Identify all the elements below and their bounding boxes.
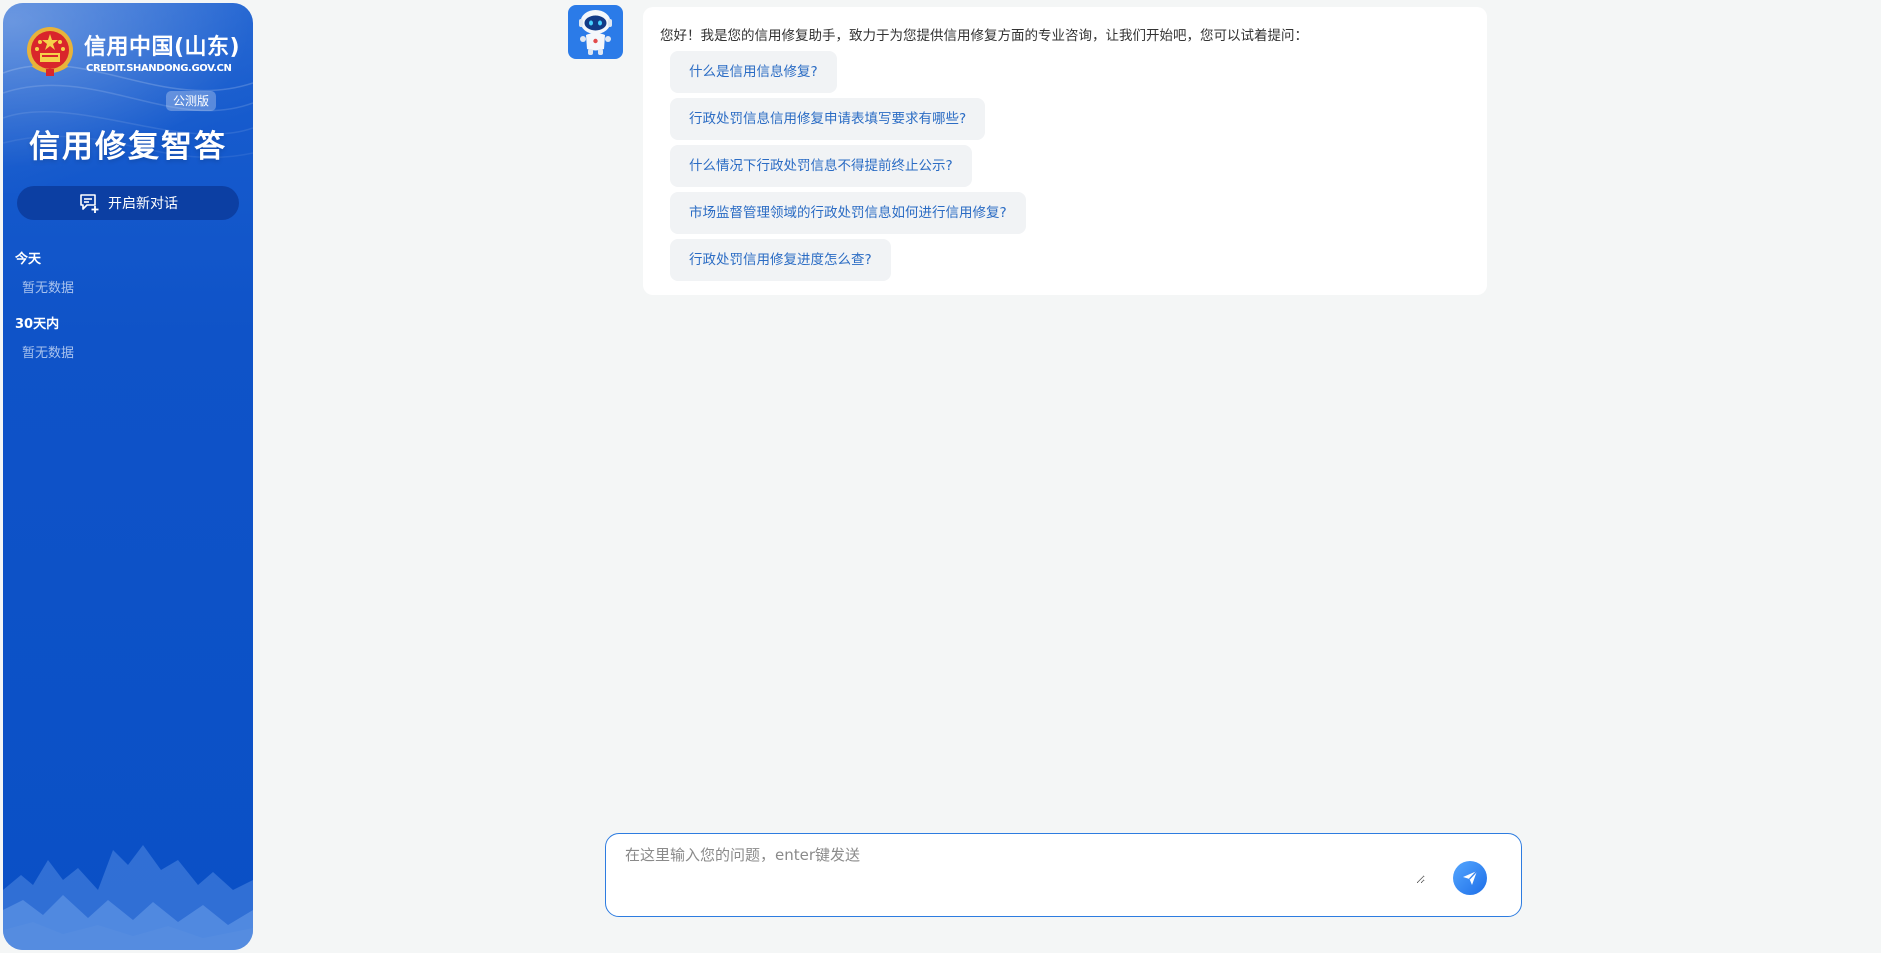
suggestion-item[interactable]: 什么情况下行政处罚信息不得提前终止公示? xyxy=(670,145,972,187)
brand-title: 信用中国(山东) xyxy=(84,35,241,60)
mountain-decoration xyxy=(3,845,253,950)
history-group-today: 今天 暂无数据 xyxy=(15,248,245,296)
brand-logo: 信用中国(山东) CREDIT.SHANDONG.GOV.CN xyxy=(25,23,245,83)
history-heading-30-days: 30天内 xyxy=(15,317,60,332)
sidebar: 信用中国(山东) CREDIT.SHANDONG.GOV.CN 公测版 信用修复… xyxy=(3,3,253,950)
greeting-text: 您好！我是您的信用修复助手，致力于为您提供信用修复方面的专业咨询，让我们开始吧，… xyxy=(660,28,1308,44)
suggestion-item[interactable]: 什么是信用信息修复? xyxy=(670,51,837,93)
bot-message-card: 您好！我是您的信用修复助手，致力于为您提供信用修复方面的专业咨询，让我们开始吧，… xyxy=(643,7,1487,295)
new-chat-button[interactable]: 开启新对话 xyxy=(17,186,239,220)
send-button[interactable] xyxy=(1453,861,1487,895)
send-icon xyxy=(1463,870,1478,885)
new-chat-icon xyxy=(80,194,99,213)
history-group-30-days: 30天内 暂无数据 xyxy=(15,313,245,361)
suggestion-item[interactable]: 行政处罚信息信用修复申请表填写要求有哪些? xyxy=(670,98,986,140)
brand-url: CREDIT.SHANDONG.GOV.CN xyxy=(86,63,232,74)
app-root: 信用中国(山东) CREDIT.SHANDONG.GOV.CN 公测版 信用修复… xyxy=(0,0,1881,953)
robot-avatar-icon xyxy=(579,10,612,55)
bot-avatar xyxy=(568,5,623,59)
national-emblem-icon xyxy=(27,27,73,76)
history-empty-today: 暂无数据 xyxy=(22,281,75,296)
suggestion-item[interactable]: 市场监督管理领域的行政处罚信息如何进行信用修复? xyxy=(670,192,1026,234)
beta-badge: 公测版 xyxy=(166,91,217,111)
app-title: 信用修复智答 xyxy=(29,129,227,165)
history-empty-30-days: 暂无数据 xyxy=(22,346,75,361)
history-heading-today: 今天 xyxy=(15,252,42,267)
suggestion-item[interactable]: 行政处罚信用修复进度怎么查? xyxy=(670,239,891,281)
chat-input[interactable] xyxy=(625,844,1425,884)
new-chat-label: 开启新对话 xyxy=(108,196,178,212)
suggestion-list: 什么是信用信息修复? 行政处罚信息信用修复申请表填写要求有哪些? 什么情况下行政… xyxy=(670,51,1026,286)
chat-input-box xyxy=(605,833,1522,917)
